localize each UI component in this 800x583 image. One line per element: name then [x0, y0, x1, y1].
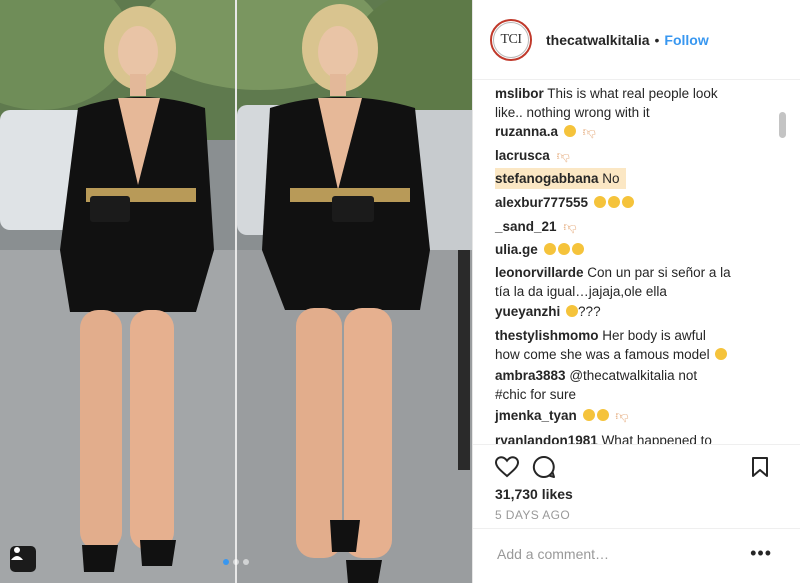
carousel-dot[interactable]	[233, 559, 239, 565]
comment-item: ryanlandon1981 What happened to	[495, 431, 765, 444]
comment-item: alexbur777555	[495, 193, 765, 212]
comment-username[interactable]: alexbur777555	[495, 195, 588, 210]
sad-emoji-icon	[582, 409, 595, 421]
comments-list[interactable]: mslibor This is what real people look li…	[473, 80, 800, 444]
comment-item: yueyanzhi ???	[495, 302, 765, 321]
comment-username[interactable]: jmenka_tyan	[495, 408, 577, 423]
comment-username[interactable]: _sand_21	[495, 219, 557, 234]
sad-emoji-icon	[557, 243, 570, 255]
comment-text: @thecatwalkitalia not	[569, 368, 698, 383]
add-comment-bar: •••	[473, 528, 800, 583]
add-comment-input[interactable]	[495, 545, 739, 563]
carousel-dots	[223, 559, 249, 565]
sad-emoji-icon	[607, 196, 620, 208]
post-timestamp[interactable]: 5 DAYS AGO	[495, 508, 570, 522]
comment-text-line2: #chic for sure	[495, 387, 577, 402]
comment-text: Her body is awful	[602, 328, 706, 343]
likes-count[interactable]: 31,730 likes	[495, 486, 573, 502]
smile-emoji-icon	[563, 125, 576, 137]
comments-scrollbar[interactable]	[779, 112, 786, 138]
comment-icon[interactable]	[532, 455, 556, 479]
comment-item: _sand_21 👎︎	[495, 217, 765, 236]
comment-item-highlighted: stefanogabbana No	[495, 168, 765, 189]
person-icon	[11, 547, 23, 560]
comment-username[interactable]: stefanogabbana	[495, 171, 599, 186]
sad-emoji-icon	[593, 196, 606, 208]
sad-emoji-icon	[596, 409, 609, 421]
comment-text: This is what real people look	[547, 86, 718, 101]
comment-text-line2: how come she was a famous model	[495, 347, 710, 362]
separator-dot: •	[654, 31, 660, 48]
comment-text-line2: tía la da igual…jajaja,ole ella	[495, 284, 667, 299]
comment-username[interactable]: yueyanzhi	[495, 304, 560, 319]
comment-text: What happened to	[601, 433, 712, 444]
photo-image	[0, 0, 472, 583]
account-avatar[interactable]: TCI	[490, 18, 532, 61]
comment-username[interactable]: ambra3883	[495, 368, 566, 383]
post-actions	[473, 444, 800, 478]
carousel-dot[interactable]	[243, 559, 249, 565]
post-header: TCI thecatwalkitalia • Follow	[473, 0, 800, 80]
comment-item: lacrusca 👎︎	[495, 146, 765, 165]
comment-username[interactable]: ruzanna.a	[495, 124, 558, 139]
comment-item: ulia.ge	[495, 240, 765, 259]
more-options-button[interactable]: •••	[750, 544, 772, 562]
comment-text-line2: like.. nothing wrong with it	[495, 105, 650, 120]
comment-item: ruzanna.a 👎︎	[495, 122, 765, 141]
comment-text: No	[602, 171, 620, 186]
post-side-panel: TCI thecatwalkitalia • Follow mslibor Th…	[472, 0, 800, 583]
comment-highlight: stefanogabbana No	[495, 168, 626, 189]
comment-item: ambra3883 @thecatwalkitalia not #chic fo…	[495, 366, 765, 404]
comment-username[interactable]: lacrusca	[495, 148, 550, 163]
comment-username[interactable]: leonorvillarde	[495, 265, 584, 280]
sad-emoji-icon	[566, 305, 579, 317]
carousel-dot[interactable]	[223, 559, 229, 565]
comment-item: leonorvillarde Con un par si señor a la …	[495, 263, 765, 301]
comment-item: mslibor This is what real people look li…	[495, 84, 765, 122]
sad-emoji-icon	[621, 196, 634, 208]
thumbs-down-emoji-icon: 👎︎	[556, 148, 570, 163]
bookmark-icon[interactable]	[751, 456, 769, 478]
comment-text: ???	[578, 304, 601, 319]
sad-emoji-icon	[571, 243, 584, 255]
sad-emoji-icon	[543, 243, 556, 255]
comment-username[interactable]: ulia.ge	[495, 242, 538, 257]
comment-item: jmenka_tyan 👎︎	[495, 406, 765, 425]
smile-emoji-icon	[715, 348, 728, 360]
avatar-logo-text: TCI	[493, 21, 529, 58]
comment-item: thestylishmomo Her body is awful how com…	[495, 326, 765, 364]
comment-username[interactable]: thestylishmomo	[495, 328, 599, 343]
comment-text: Con un par si señor a la	[587, 265, 731, 280]
follow-button[interactable]: Follow	[664, 32, 708, 48]
post-photo[interactable]	[0, 0, 472, 583]
comment-username[interactable]: mslibor	[495, 86, 544, 101]
heart-icon[interactable]	[495, 456, 519, 478]
comment-username[interactable]: ryanlandon1981	[495, 433, 598, 444]
account-username[interactable]: thecatwalkitalia	[546, 32, 650, 48]
thumbs-down-emoji-icon: 👎︎	[563, 219, 577, 234]
thumbs-down-emoji-icon: 👎︎	[615, 408, 629, 423]
tagged-people-button[interactable]	[10, 546, 36, 572]
thumbs-down-emoji-icon: 👎︎	[582, 124, 596, 139]
